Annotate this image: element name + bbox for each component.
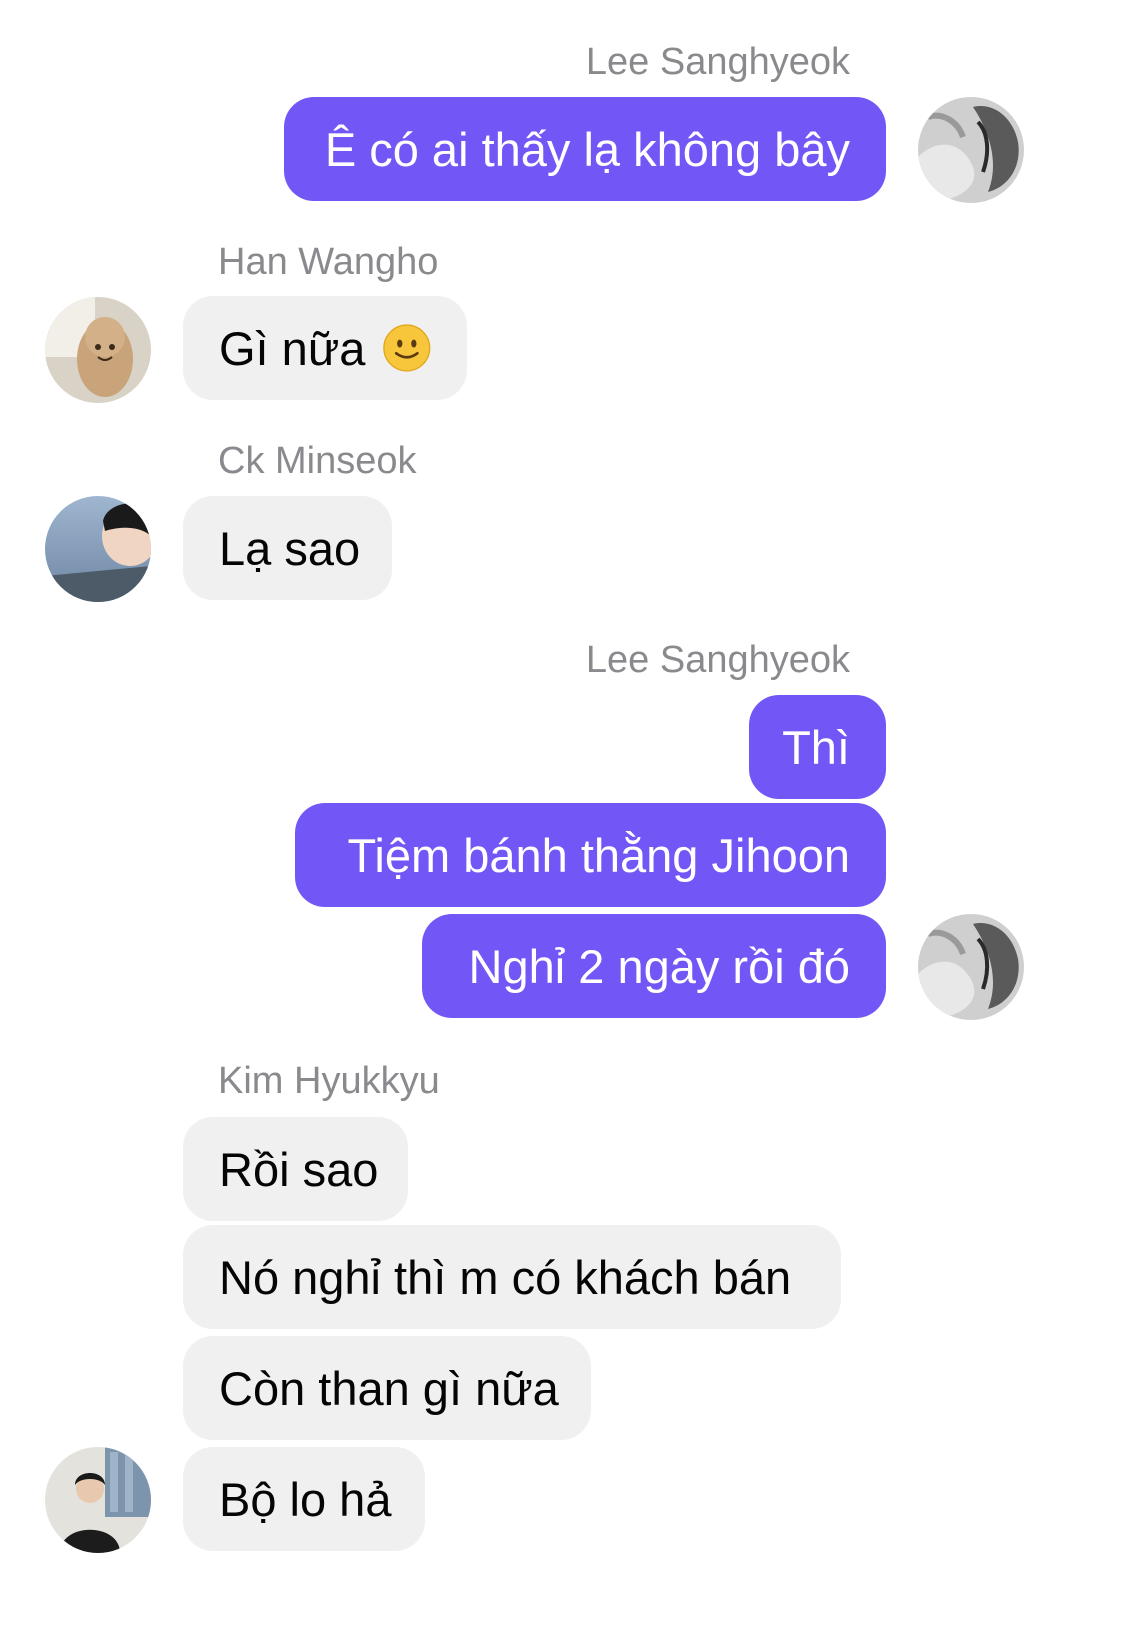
sender-name: Lee Sanghyeok [585,639,850,681]
message-bubble-incoming[interactable]: Còn than gì nữa [183,1336,591,1440]
message-bubble-incoming[interactable]: Bộ lo hả [183,1447,425,1551]
avatar-lee-sanghyeok[interactable] [918,914,1024,1020]
avatar-kim-hyukkyu[interactable] [45,1447,151,1553]
message-bubble-incoming[interactable]: Nó nghỉ thì m có khách bán [183,1225,841,1329]
message-text: Còn than gì nữa [219,1361,559,1415]
slightly-smiling-face-icon [383,324,431,372]
avatar-ck-minseok[interactable] [45,496,151,602]
avatar-han-wangho[interactable] [45,297,151,403]
message-text: Lạ sao [219,521,361,575]
message-text: Nghỉ 2 ngày rồi đó [468,939,850,993]
message-text: Bộ lo hả [219,1472,392,1526]
message-bubble-outgoing[interactable]: Tiệm bánh thằng Jihoon [295,803,886,907]
message-text: Rồi sao [219,1142,379,1196]
message-text: Tiệm bánh thằng Jihoon [347,828,850,882]
message-bubble-outgoing[interactable]: Ê có ai thấy lạ không bây [284,97,886,201]
message-text: Ê có ai thấy lạ không bây [324,122,850,176]
message-text: Gì nữa [219,321,366,375]
sender-name: Ck Minseok [218,440,417,482]
sender-name: Lee Sanghyeok [585,41,850,83]
message-bubble-incoming[interactable]: Rồi sao [183,1117,408,1221]
message-text: Thì [782,720,850,774]
avatar-lee-sanghyeok[interactable] [918,97,1024,203]
message-bubble-outgoing[interactable]: Thì [749,695,886,799]
message-bubble-outgoing[interactable]: Nghỉ 2 ngày rồi đó [422,914,886,1018]
sender-name: Kim Hyukkyu [218,1060,440,1102]
message-bubble-incoming[interactable]: Lạ sao [183,496,392,600]
message-text: Nó nghỉ thì m có khách bán [219,1250,792,1304]
sender-name: Han Wangho [218,241,439,283]
message-bubble-incoming[interactable]: Gì nữa [183,296,467,400]
